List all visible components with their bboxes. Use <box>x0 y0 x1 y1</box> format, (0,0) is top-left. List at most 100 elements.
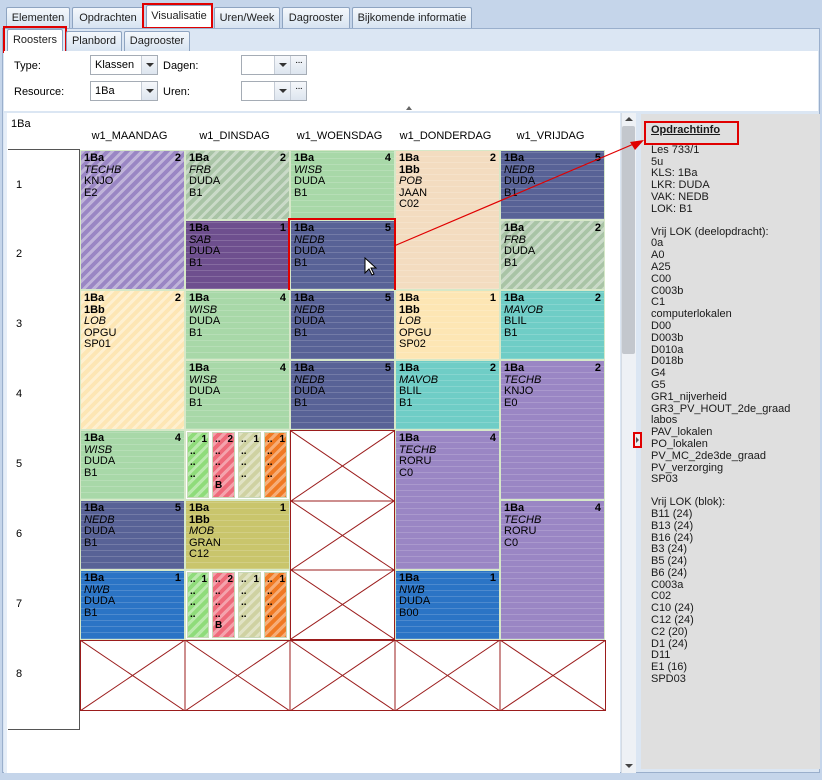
lesson-room: B1 <box>189 186 203 199</box>
bottom-strip <box>2 773 820 780</box>
lesson-room: B00 <box>399 606 419 619</box>
lesson-maandag-1-2[interactable]: 1Ba TECHB KNJO E2 2 <box>80 150 185 290</box>
mini-lesson[interactable]: ........ B 2 <box>212 432 235 498</box>
mini-lesson[interactable]: ........ 1 <box>187 432 209 498</box>
room-item: C003a <box>651 578 684 591</box>
lesson-class: 1Ba <box>399 292 420 304</box>
info-line: VAK: NEDB <box>651 190 709 203</box>
chevron-down-icon[interactable] <box>274 82 290 100</box>
empty-slot[interactable] <box>290 430 395 640</box>
lesson-teacher: KNJO <box>84 175 114 187</box>
room-item: B11 (24) <box>651 507 693 520</box>
ellipsis-button[interactable]: ··· <box>290 82 306 100</box>
lesson-donderdag-5-6[interactable]: 1Ba TECHB RORU C0 4 <box>395 430 500 570</box>
lesson-vrijdag-4-5[interactable]: 1Ba TECHB KNJO E0 2 <box>500 360 605 500</box>
lesson-count: 5 <box>174 502 181 514</box>
lesson-dinsdag-1[interactable]: 1Ba FRB DUDA B1 2 <box>185 150 290 220</box>
day-header-dinsdag: w1_DINSDAG <box>199 130 270 142</box>
lesson-woensdag-3[interactable]: 1Ba NEDB DUDA B1 5 <box>290 290 395 360</box>
lesson-dinsdag-2[interactable]: 1Ba SAB DUDA B1 1 <box>185 220 290 290</box>
lesson-dinsdag-4[interactable]: 1Ba WISB DUDA B1 4 <box>185 360 290 430</box>
tab-elementen[interactable]: Elementen <box>6 7 70 28</box>
lesson-class: 1Ba <box>504 362 525 374</box>
lesson-class: 1Ba <box>84 502 105 514</box>
lesson-class: 1Ba <box>189 152 210 164</box>
mini-lesson[interactable]: ........ B 2 <box>212 572 235 638</box>
lesson-count: 1 <box>174 572 181 584</box>
tab-visualisatie[interactable]: Visualisatie <box>146 5 212 28</box>
mini-lesson[interactable]: ........ 1 <box>238 432 261 498</box>
timetable-splitter[interactable] <box>4 113 7 773</box>
lesson-donderdag-4[interactable]: 1Ba MAVOB BLIL B1 2 <box>395 360 500 430</box>
room-item: D1 (24) <box>651 637 688 650</box>
lesson-teacher: BLIL <box>504 315 527 327</box>
lesson-teacher: BLIL <box>399 385 422 397</box>
lesson-maandag-5[interactable]: 1Ba WISB DUDA B1 4 <box>80 430 185 500</box>
hour-label-7: 7 <box>16 598 23 610</box>
empty-row-8[interactable] <box>80 640 606 711</box>
lesson-room: B1 <box>294 326 308 339</box>
lesson-dinsdag-6[interactable]: 1Ba 1Bb MOB GRAN C12 1 <box>185 500 290 570</box>
lesson-class: 1Ba <box>399 572 420 584</box>
room-item: PO_lokalen <box>651 437 708 450</box>
lesson-room: B1 <box>294 396 308 409</box>
lesson-class: 1Ba <box>189 502 210 514</box>
lesson-dinsdag-3[interactable]: 1Ba WISB DUDA B1 4 <box>185 290 290 360</box>
room-item: A0 <box>651 249 665 262</box>
lesson-count: 2 <box>594 292 601 304</box>
splitter-up-icon[interactable] <box>406 106 412 110</box>
scroll-down-arrow-icon[interactable] <box>625 764 633 768</box>
mini-lesson[interactable]: ........ 1 <box>264 572 287 638</box>
lesson-vrijdag-3[interactable]: 1Ba MAVOB BLIL B1 2 <box>500 290 605 360</box>
lesson-vrijdag-6-7[interactable]: 1Ba TECHB RORU C0 4 <box>500 500 605 640</box>
info-line: LOK: B1 <box>651 202 693 215</box>
opdrachtinfo-title: Opdrachtinfo <box>651 124 721 136</box>
lesson-subject: MOB <box>189 525 215 537</box>
scroll-up-arrow-icon[interactable] <box>625 117 633 121</box>
uren-select[interactable]: ··· <box>241 81 307 101</box>
lesson-class: 1Ba <box>84 432 105 444</box>
chevron-down-icon[interactable] <box>141 82 157 100</box>
room-item: D00 <box>651 319 672 332</box>
lesson-teacher: DUDA <box>189 385 221 397</box>
lesson-count: 5 <box>384 362 391 374</box>
lesson-maandag-6[interactable]: 1Ba NEDB DUDA B1 5 <box>80 500 185 570</box>
lesson-teacher: RORU <box>399 455 432 467</box>
ellipsis-button[interactable]: ··· <box>290 56 306 74</box>
room-item: SP03 <box>651 473 678 486</box>
lesson-class: 1Ba <box>189 362 210 374</box>
lesson-subject: LOB <box>84 315 107 327</box>
room-item: 0a <box>651 237 664 250</box>
room-item: SPD03 <box>651 673 686 686</box>
lesson-donderdag-7[interactable]: 1Ba NWB DUDA B00 1 <box>395 570 500 640</box>
lesson-woensdag-4[interactable]: 1Ba NEDB DUDA B1 5 <box>290 360 395 430</box>
tab-opdrachten[interactable]: Opdrachten <box>72 7 144 28</box>
chevron-down-icon[interactable] <box>274 56 290 74</box>
tab-dagrooster[interactable]: Dagrooster <box>282 7 350 28</box>
lesson-count: 2 <box>279 152 286 164</box>
tab-uren-week[interactable]: Uren/Week <box>214 7 280 28</box>
type-select[interactable]: Klassen <box>90 55 158 75</box>
chevron-down-icon[interactable] <box>141 56 157 74</box>
resource-select[interactable]: 1Ba <box>90 81 158 101</box>
mini-lesson[interactable]: ........ 1 <box>264 432 287 498</box>
lesson-class: 1Ba <box>189 222 210 234</box>
subtab-planbord[interactable]: Planbord <box>66 31 122 51</box>
mini-lesson[interactable]: ........ 1 <box>187 572 209 638</box>
lesson-donderdag-3[interactable]: 1Ba 1Bb LOB OPGU SP02 1 <box>395 290 500 360</box>
lesson-room: B1 <box>399 396 413 409</box>
room-item: GR1_nijverheid <box>651 390 727 403</box>
lesson-maandag-3-4[interactable]: 1Ba 1Bb LOB OPGU SP01 2 <box>80 290 185 430</box>
room-item: computerlokalen <box>651 308 732 321</box>
tab-bijkomende-informatie[interactable]: Bijkomende informatie <box>352 7 472 28</box>
lesson-count: 4 <box>174 432 181 444</box>
lesson-count: 5 <box>384 292 391 304</box>
lesson-class: 1Ba <box>84 152 105 164</box>
dagen-select[interactable]: ··· <box>241 55 307 75</box>
subtab-roosters[interactable]: Roosters <box>7 29 63 51</box>
lesson-class: 1Ba <box>294 362 315 374</box>
lesson-room: C12 <box>189 548 210 560</box>
mini-lesson[interactable]: ........ 1 <box>238 572 261 638</box>
lesson-maandag-7[interactable]: 1Ba NWB DUDA B1 1 <box>80 570 185 640</box>
subtab-dagrooster[interactable]: Dagrooster <box>124 31 190 51</box>
